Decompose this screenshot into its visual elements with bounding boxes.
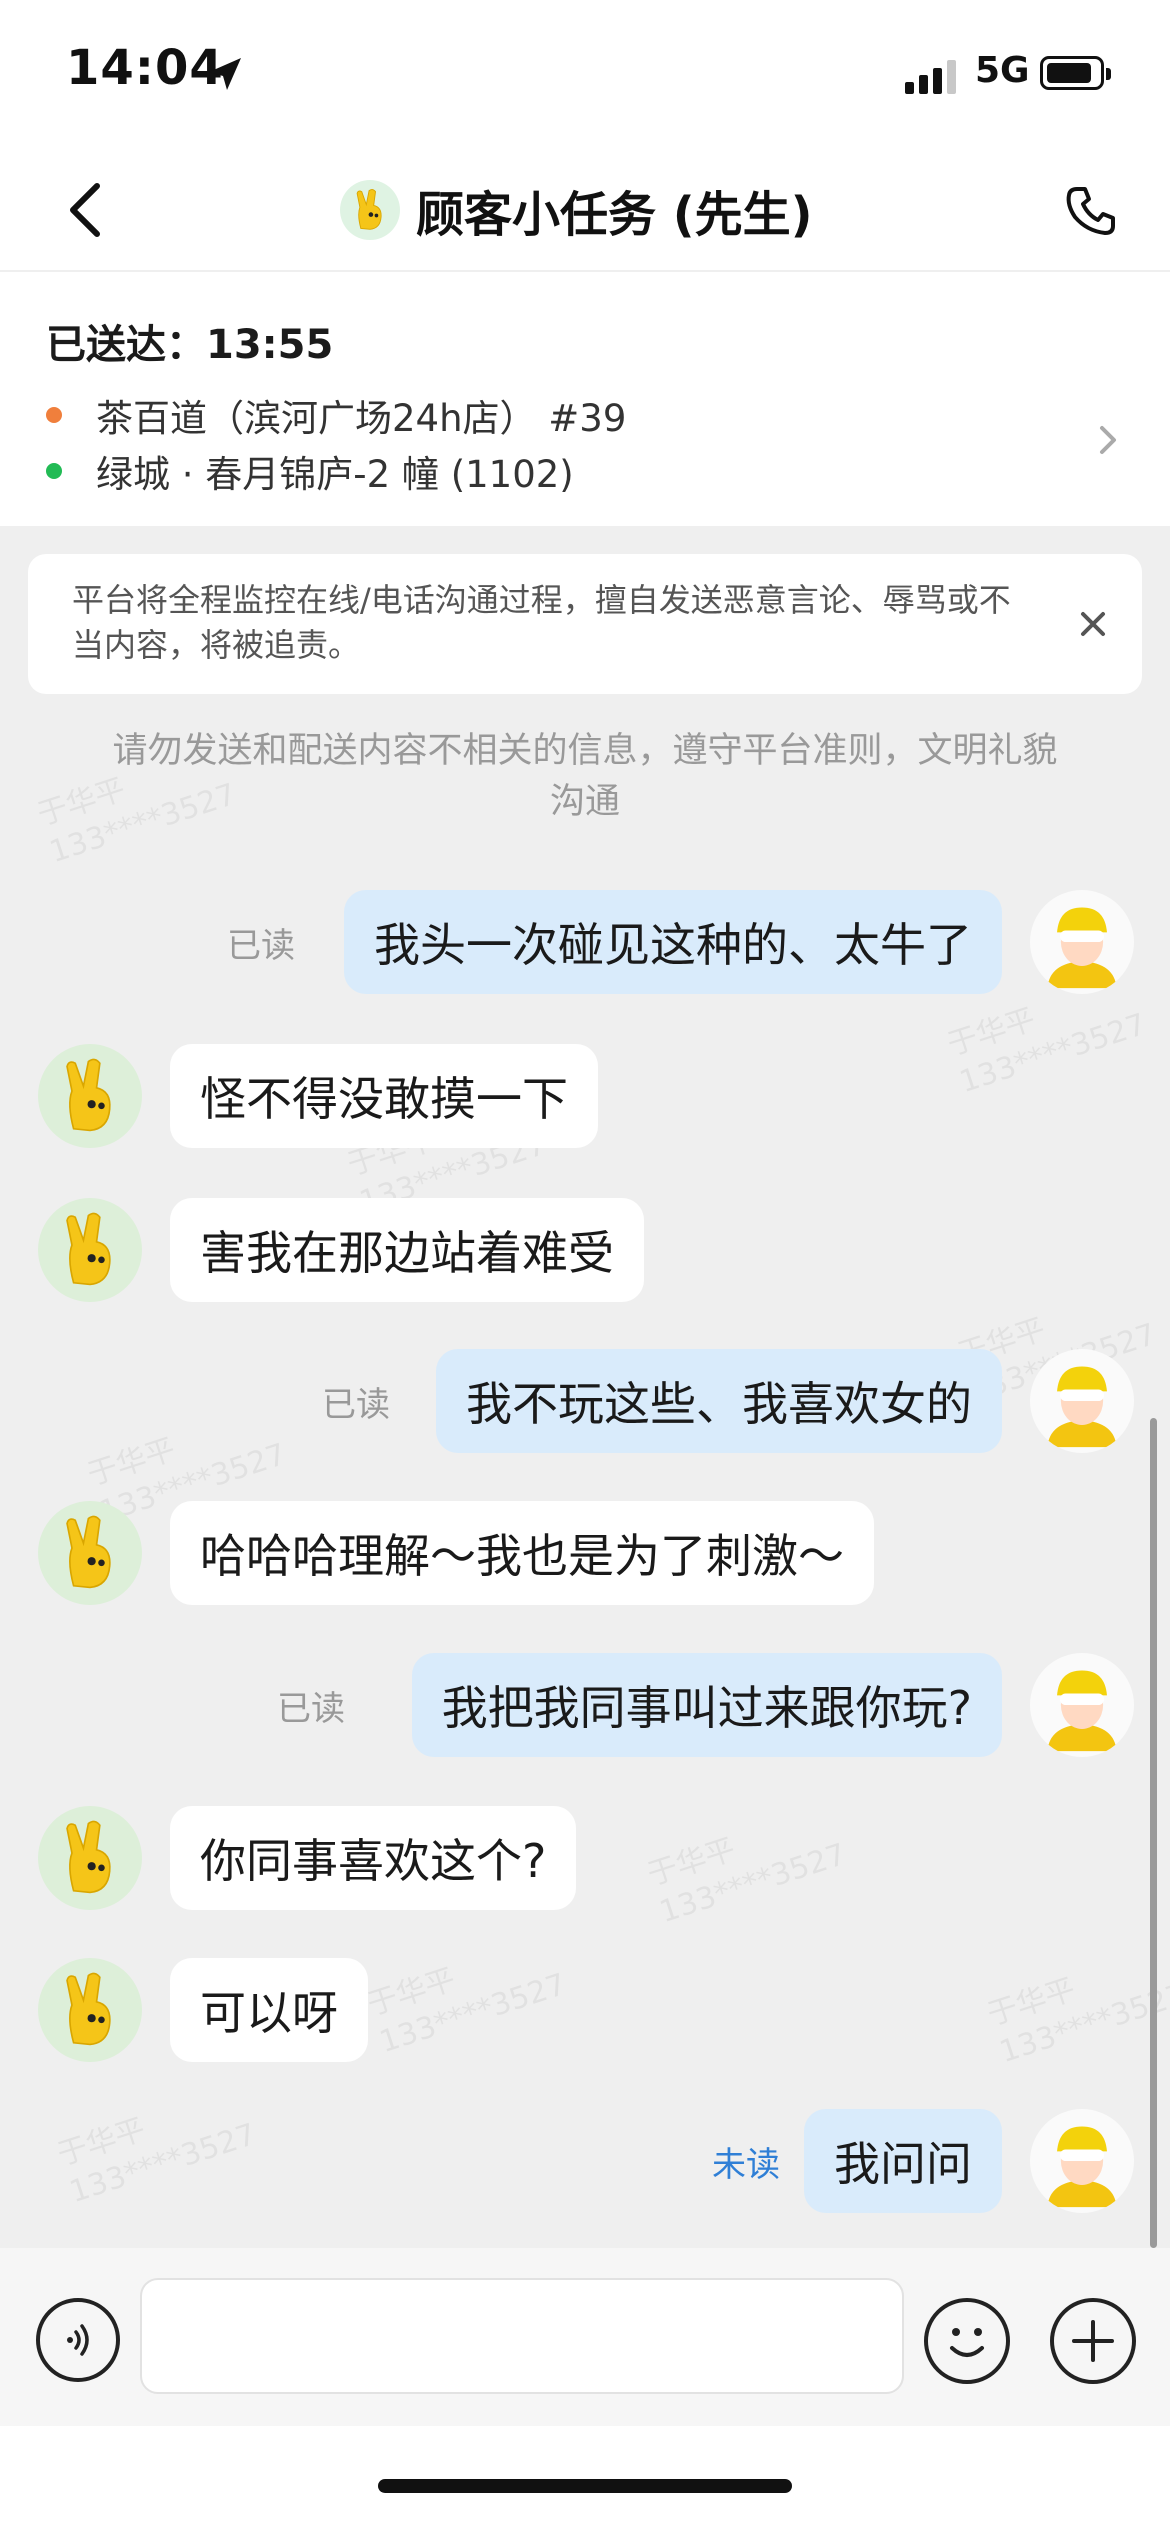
read-status: 已读 [227, 925, 295, 966]
message-bubble[interactable]: 可以呀 [170, 1958, 368, 2062]
incoming-message: 害我在那边站着难受 [0, 1190, 1170, 1310]
message-bubble[interactable]: 你同事喜欢这个? [170, 1806, 577, 1910]
input-bar [0, 2248, 1170, 2426]
message-bubble[interactable]: 哈哈哈理解～我也是为了刺激～ [170, 1501, 874, 1605]
rider-avatar-icon [1047, 907, 1117, 989]
chevron-left-icon [70, 183, 100, 237]
nav-bar: 顾客小任务 (先生) [0, 150, 1170, 272]
incoming-message: 怪不得没敢摸一下 [0, 1036, 1170, 1156]
message-bubble[interactable]: 我不玩这些、我喜欢女的 [436, 1349, 1002, 1453]
notice-close-button[interactable] [1068, 599, 1118, 649]
hand-mascot-icon [66, 1515, 111, 1589]
hand-mascot-icon [66, 1820, 111, 1894]
rider-avatar[interactable] [1030, 890, 1134, 994]
customer-avatar[interactable] [38, 1806, 142, 1910]
battery-icon [1040, 56, 1111, 90]
customer-avatar[interactable] [38, 1044, 142, 1148]
delivery-address: 绿城 · 春月锦庐-2 幢 (1102) [96, 453, 574, 496]
message-input[interactable] [140, 2278, 904, 2394]
rider-avatar[interactable] [1030, 1653, 1134, 1757]
emoji-button[interactable] [924, 2298, 1010, 2384]
network-type-label: 5G [975, 50, 1030, 91]
chat-title-text: 顾客小任务 (先生) [416, 187, 813, 243]
read-status: 已读 [277, 1688, 345, 1729]
customer-avatar[interactable] [38, 1198, 142, 1302]
voice-button[interactable] [36, 2298, 120, 2382]
hand-mascot-icon [66, 1058, 111, 1132]
store-name: 茶百道（滨河广场24h店） #39 [96, 397, 627, 440]
platform-notice: 平台将全程监控在线/电话沟通过程，擅自发送恶意言论、辱骂或不当内容，将被追责。 [28, 554, 1142, 694]
message-bubble[interactable]: 我问问 [804, 2109, 1002, 2213]
chat-title: 顾客小任务 (先生) [340, 174, 813, 246]
status-time: 14:04 [66, 40, 224, 96]
voice-icon [67, 2324, 89, 2356]
incoming-message: 可以呀 [0, 1950, 1170, 2070]
system-tip: 请勿发送和配送内容不相关的信息，遵守平台准则，文明礼貌沟通 [112, 731, 1058, 822]
address-line: 绿城 · 春月锦庐-2 幢 (1102) [46, 444, 574, 498]
chat-scrollbar[interactable] [1150, 1418, 1157, 2248]
incoming-message: 哈哈哈理解～我也是为了刺激～ [0, 1493, 1170, 1613]
read-status: 已读 [322, 1384, 390, 1425]
outgoing-message: 我头一次碰见这种的、太牛了 已读 [0, 882, 1170, 1002]
unread-status: 未读 [712, 2144, 780, 2185]
chat-area[interactable]: 于华平 133****3527 于华平 133****3527 于华平 133****… [0, 526, 1170, 2248]
hand-mascot-icon [66, 1972, 111, 2046]
call-button[interactable] [1056, 176, 1126, 246]
chevron-right-icon[interactable] [1090, 422, 1126, 458]
customer-avatar-small [340, 180, 400, 240]
status-bar: 14:04 5G [0, 0, 1170, 150]
home-indicator[interactable] [378, 2479, 792, 2493]
rider-avatar[interactable] [1030, 1349, 1134, 1453]
rider-avatar-icon [1047, 1670, 1117, 1752]
delivered-time: 已送达：13:55 [46, 322, 334, 368]
outgoing-message: 我问问 未读 [0, 2101, 1170, 2221]
cellular-signal-icon [905, 58, 961, 94]
emoji-icon [950, 2328, 984, 2357]
rider-avatar-icon [1047, 2126, 1117, 2208]
customer-avatar[interactable] [38, 1501, 142, 1605]
customer-avatar[interactable] [38, 1958, 142, 2062]
order-summary[interactable]: 已送达：13:55 茶百道（滨河广场24h店） #39 绿城 · 春月锦庐-2 … [0, 272, 1170, 526]
phone-icon [1066, 187, 1115, 235]
more-button[interactable] [1050, 2298, 1136, 2384]
outgoing-message: 我不玩这些、我喜欢女的 已读 [0, 1341, 1170, 1461]
back-button[interactable] [50, 172, 120, 248]
plus-icon [1072, 2320, 1114, 2362]
platform-notice-text: 平台将全程监控在线/电话沟通过程，擅自发送恶意言论、辱骂或不当内容，将被追责。 [72, 581, 1011, 664]
store-line: 茶百道（滨河广场24h店） #39 [46, 388, 626, 442]
address-dot-icon [46, 463, 62, 479]
message-bubble[interactable]: 怪不得没敢摸一下 [170, 1044, 598, 1148]
rider-avatar[interactable] [1030, 2109, 1134, 2213]
outgoing-message: 我把我同事叫过来跟你玩? 已读 [0, 1645, 1170, 1765]
message-bubble[interactable]: 害我在那边站着难受 [170, 1198, 644, 1302]
rider-avatar-icon [1047, 1366, 1117, 1448]
message-bubble[interactable]: 我头一次碰见这种的、太牛了 [344, 890, 1002, 994]
location-arrow-icon [209, 58, 241, 90]
home-area [0, 2426, 1170, 2532]
incoming-message: 你同事喜欢这个? [0, 1798, 1170, 1918]
hand-mascot-icon [66, 1212, 111, 1286]
store-dot-icon [46, 407, 62, 423]
message-bubble[interactable]: 我把我同事叫过来跟你玩? [411, 1653, 1002, 1757]
close-icon [1081, 612, 1105, 636]
hand-mascot-icon [356, 189, 382, 230]
